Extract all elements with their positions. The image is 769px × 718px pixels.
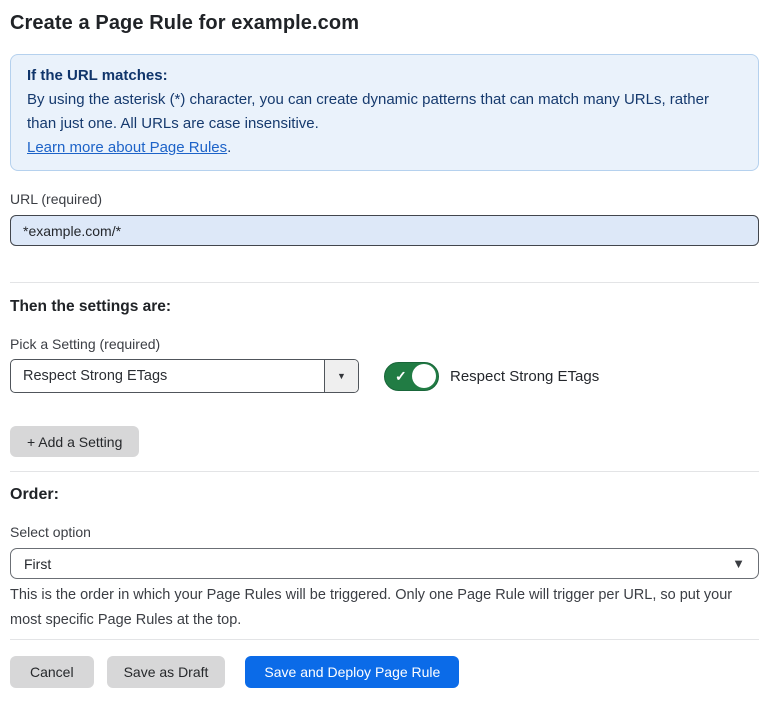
divider [10,282,759,283]
save-as-draft-button[interactable]: Save as Draft [107,656,226,688]
add-setting-button[interactable]: + Add a Setting [10,426,139,457]
form-actions: Cancel Save as Draft Save and Deploy Pag… [10,656,759,688]
chevron-down-icon: ▼ [337,371,346,381]
divider [10,639,759,640]
pick-setting-label: Pick a Setting (required) [10,336,759,353]
url-input[interactable] [10,215,759,246]
order-select-value: First [24,556,51,572]
info-box-body-text: By using the asterisk (*) character, you… [27,91,709,132]
url-field-label: URL (required) [10,191,759,208]
save-and-deploy-button[interactable]: Save and Deploy Page Rule [245,656,459,688]
order-section-heading: Order: [10,485,759,504]
info-box-body: By using the asterisk (*) character, you… [27,88,742,160]
page-rule-form: Create a Page Rule for example.com If th… [0,0,769,718]
setting-toggle[interactable]: ✓ [384,362,439,391]
page-title: Create a Page Rule for example.com [10,12,759,35]
toggle-knob [412,364,436,388]
setting-select-arrow-button[interactable]: ▼ [324,360,358,392]
info-box-heading: If the URL matches: [27,64,742,88]
settings-section-heading: Then the settings are: [10,297,759,316]
setting-select[interactable]: Respect Strong ETags ▼ [10,359,359,393]
url-match-info-box: If the URL matches: By using the asteris… [10,54,759,171]
cancel-button[interactable]: Cancel [10,656,94,688]
order-select-label: Select option [10,524,759,541]
divider [10,471,759,472]
link-suffix-period: . [227,139,231,156]
setting-toggle-label: Respect Strong ETags [450,368,599,385]
learn-more-link[interactable]: Learn more about Page Rules [27,139,227,156]
order-select[interactable]: First ▼ [10,548,759,579]
order-help-text: This is the order in which your Page Rul… [10,583,759,633]
check-icon: ✓ [395,369,407,383]
setting-select-value: Respect Strong ETags [11,360,324,392]
chevron-down-icon: ▼ [732,556,745,571]
setting-row: Respect Strong ETags ▼ ✓ Respect Strong … [10,359,759,393]
